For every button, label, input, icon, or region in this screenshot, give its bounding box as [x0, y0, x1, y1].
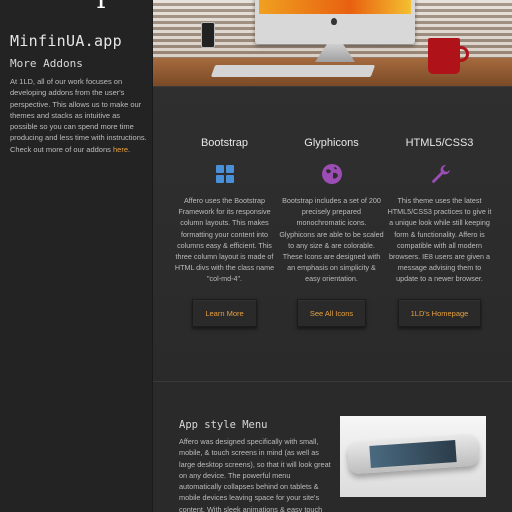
sidebar-heading: More Addons: [10, 57, 83, 70]
feature-bootstrap: Bootstrap Affero uses the Bootstrap Fram…: [172, 137, 277, 327]
sidebar: I MinfinUA.app More Addons At 1LD, all o…: [0, 0, 153, 512]
see-all-icons-button[interactable]: See All Icons: [296, 298, 367, 327]
iphone-image: [340, 416, 486, 497]
app-section-title: App style Menu: [179, 419, 268, 431]
globe-icon: [321, 163, 343, 185]
iphone: [347, 433, 479, 475]
keyboard: [210, 65, 376, 77]
feature-text: Affero uses the Bootstrap Framework for …: [174, 196, 275, 284]
hero-image: [153, 0, 512, 86]
iphone-screen: [369, 440, 457, 468]
feature-html5-css3: HTML5/CSS3 This theme uses the latest HT…: [387, 137, 492, 327]
app-style-menu-section: App style Menu Affero was designed speci…: [153, 383, 512, 512]
sidebar-text: At 1LD, all of our work focuses on devel…: [10, 76, 148, 155]
main-content: Bootstrap Affero uses the Bootstrap Fram…: [153, 0, 512, 512]
feature-text: This theme uses the latest HTML5/CSS3 pr…: [387, 196, 492, 284]
site-title[interactable]: MinfinUA.app: [10, 32, 122, 50]
feature-title: Bootstrap: [200, 137, 249, 149]
wrench-icon: [429, 163, 451, 185]
sidebar-text-suffix: .: [128, 144, 131, 154]
red-mug: [428, 38, 460, 74]
apple-logo-icon: [331, 18, 337, 25]
imac-screen: [259, 0, 411, 14]
app-section-text: Affero was designed specifically with sm…: [179, 437, 331, 512]
imac: [255, 0, 415, 44]
feature-glyphicons: Glyphicons Bootstrap includes a set of 2…: [279, 137, 384, 327]
feature-text: Bootstrap includes a set of 200 precisel…: [279, 196, 384, 284]
sidebar-text-body: At 1LD, all of our work focuses on devel…: [10, 77, 147, 154]
grid-icon: [214, 163, 236, 185]
feature-title: Glyphicons: [304, 137, 359, 149]
homepage-button[interactable]: 1LD's Homepage: [397, 298, 482, 327]
addons-link[interactable]: here: [113, 145, 128, 154]
phone: [201, 22, 215, 48]
features-section: Bootstrap Affero uses the Bootstrap Fram…: [153, 86, 512, 382]
learn-more-button[interactable]: Learn More: [192, 298, 257, 327]
feature-title: HTML5/CSS3: [405, 137, 474, 149]
logo-icon[interactable]: I: [96, 0, 112, 10]
